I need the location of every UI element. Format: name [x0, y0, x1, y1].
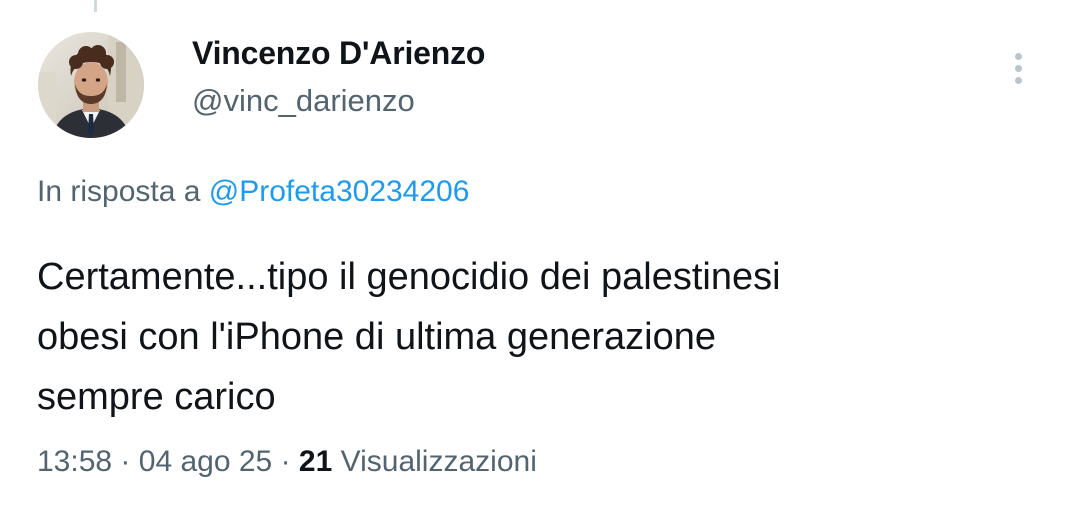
- more-dot: [1014, 76, 1022, 84]
- more-dot: [1014, 52, 1022, 60]
- views-count[interactable]: 21: [299, 445, 332, 478]
- separator: ·: [120, 445, 131, 478]
- thread-connector-line: [94, 0, 97, 12]
- reply-prefix: In risposta a: [37, 175, 201, 208]
- tweet-date[interactable]: 04 ago 25: [139, 445, 272, 478]
- more-dot: [1014, 64, 1022, 72]
- author-handle[interactable]: @vinc_darienzo: [192, 83, 415, 119]
- reply-to-mention-link[interactable]: @Profeta30234206: [209, 175, 470, 208]
- tweet-text: Certamente...tipo il genocidio dei pales…: [37, 256, 781, 418]
- separator: ·: [280, 445, 291, 478]
- views-label[interactable]: Visualizzazioni: [341, 445, 537, 478]
- avatar[interactable]: [38, 32, 144, 138]
- author-display-name[interactable]: Vincenzo D'Arienzo: [192, 35, 485, 72]
- tweet-metadata: 13:58 · 04 ago 25 · 21 Visualizzazioni: [37, 445, 537, 479]
- tweet-time[interactable]: 13:58: [37, 445, 112, 478]
- avatar-image: [38, 32, 144, 138]
- more-vertical-icon[interactable]: [1002, 46, 1034, 90]
- reply-context: In risposta a @Profeta30234206: [37, 175, 469, 209]
